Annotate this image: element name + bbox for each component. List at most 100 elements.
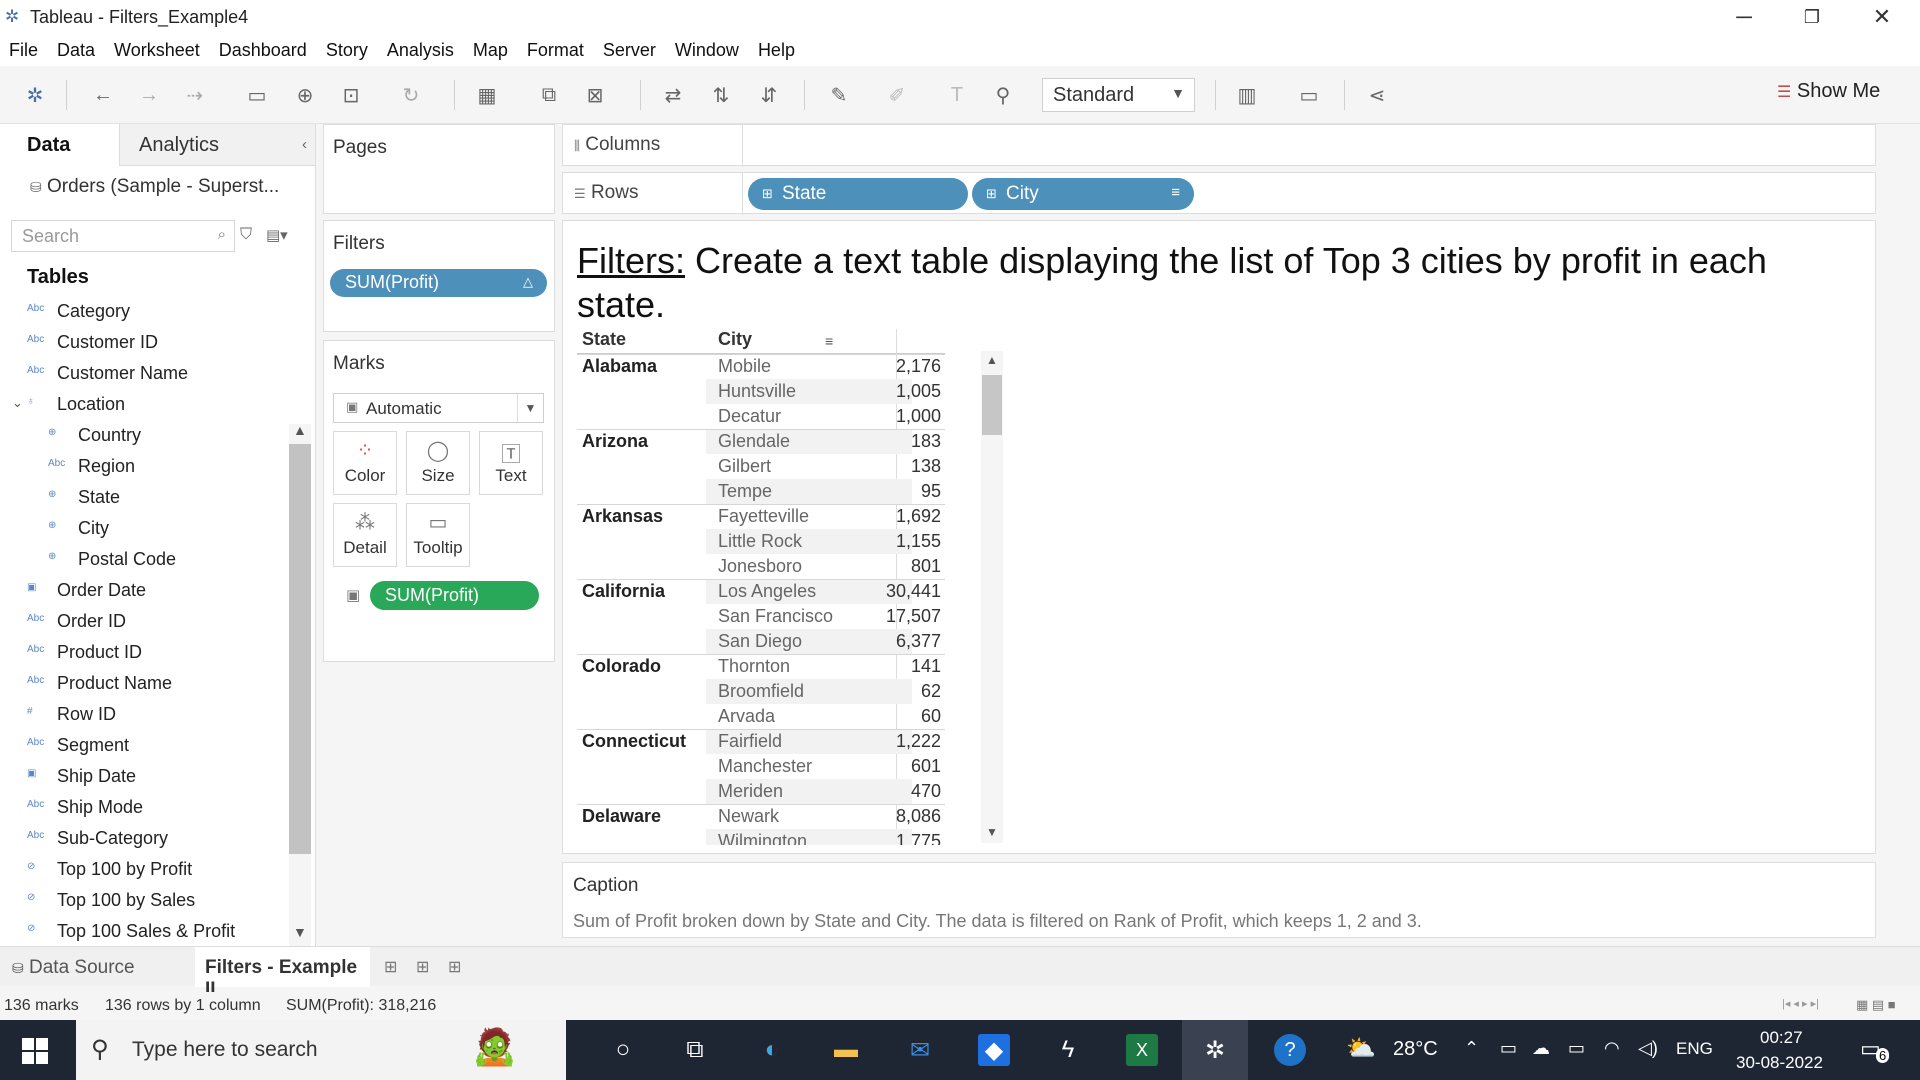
scroll-down-icon[interactable]: ▼ xyxy=(293,924,307,940)
view-mode-icons[interactable]: ▦ ▤ ■ xyxy=(1856,997,1896,1013)
cell-state[interactable]: Connecticut xyxy=(582,731,686,752)
cell-value[interactable]: 62 xyxy=(921,681,941,702)
cell-city[interactable]: Little Rock xyxy=(718,531,802,552)
field-item[interactable]: Abc Order ID xyxy=(0,606,290,637)
cell-value[interactable]: 138 xyxy=(911,456,941,477)
volume-icon[interactable]: ◁) xyxy=(1638,1038,1658,1059)
task-view-icon[interactable]: ⧉ xyxy=(679,1034,711,1066)
mark-pill-sum-profit[interactable]: SUM(Profit) xyxy=(370,581,539,610)
menu-file[interactable]: File xyxy=(9,40,38,61)
table-row[interactable]: California Los Angeles 30,441 xyxy=(577,579,945,604)
clock-time[interactable]: 00:27 xyxy=(1760,1028,1803,1048)
sheet-nav-icons[interactable]: |◂ ◂ ▸ ▸| xyxy=(1782,997,1819,1010)
redo-icon[interactable]: → xyxy=(134,80,164,110)
data-source-tab[interactable]: ⛁ Data Source xyxy=(12,957,135,979)
mark-type-dropdown[interactable]: ▣ Automatic ▼ xyxy=(333,393,544,423)
sheet-tab-active[interactable]: Filters - Example II xyxy=(195,947,370,1000)
row-pill-state[interactable]: ⊞ State xyxy=(748,178,968,210)
menu-server[interactable]: Server xyxy=(603,40,656,61)
cell-state[interactable]: Alabama xyxy=(582,356,657,377)
new-worksheet-icon[interactable]: ▦ xyxy=(472,80,502,110)
field-item[interactable]: Abc Ship Mode xyxy=(0,792,290,823)
menu-story[interactable]: Story xyxy=(326,40,368,61)
show-me-button[interactable]: ☰ Show Me xyxy=(1777,80,1880,103)
table-row[interactable]: Tempe 95 xyxy=(577,479,945,504)
field-item[interactable]: ⊕ Country xyxy=(0,420,290,451)
cell-city[interactable]: Thornton xyxy=(718,656,790,677)
share-icon[interactable]: ⋖ xyxy=(1362,80,1392,110)
new-worksheet-icon[interactable]: ⊞ xyxy=(384,957,397,977)
field-item[interactable]: ⊘ Top 100 by Sales xyxy=(0,885,290,916)
cell-city[interactable]: San Diego xyxy=(718,631,802,652)
duplicate-sheet-icon[interactable]: ⧉ xyxy=(534,80,564,110)
close-button[interactable]: ✕ xyxy=(1852,0,1912,34)
field-item[interactable]: ⊘ Top 100 Sales & Profit xyxy=(0,916,290,946)
field-item[interactable]: ♁ Location ⌄ xyxy=(0,389,290,420)
scroll-up-icon[interactable]: ▲ xyxy=(986,353,998,367)
cell-state[interactable]: Delaware xyxy=(582,806,661,827)
cell-city[interactable]: Tempe xyxy=(718,481,772,502)
replay-icon[interactable]: ⇢ xyxy=(180,80,210,110)
cell-city[interactable]: Broomfield xyxy=(718,681,804,702)
tooltip-button[interactable]: ▭ Tooltip xyxy=(406,503,470,567)
cell-value[interactable]: 8,086 xyxy=(896,806,941,827)
swap-rows-columns-icon[interactable]: ⇄ xyxy=(658,80,688,110)
meet-icon[interactable]: ▭ xyxy=(1500,1038,1517,1059)
taskbar-search-input[interactable]: ⚲ Type here to search 🧟 xyxy=(76,1020,566,1080)
cell-value[interactable]: 470 xyxy=(911,781,941,802)
table-row[interactable]: Alabama Mobile 2,176 xyxy=(577,354,945,379)
field-item[interactable]: ⊘ Top 100 by Profit xyxy=(0,854,290,885)
header-city[interactable]: City xyxy=(718,329,752,350)
clear-sheet-icon[interactable]: ⊠ xyxy=(580,80,610,110)
restore-button[interactable]: ❐ xyxy=(1782,0,1842,34)
chevron-down-icon[interactable]: ⌄ xyxy=(12,395,23,411)
menu-help[interactable]: Help xyxy=(758,40,795,61)
menu-map[interactable]: Map xyxy=(473,40,508,61)
temperature[interactable]: 28°C xyxy=(1393,1038,1438,1061)
cell-value[interactable]: 30,441 xyxy=(886,581,941,602)
table-row[interactable]: Connecticut Fairfield 1,222 xyxy=(577,729,945,754)
undo-icon[interactable]: ← xyxy=(88,80,118,110)
cell-city[interactable]: Wilmington xyxy=(718,831,807,845)
field-item[interactable]: ▣ Order Date xyxy=(0,575,290,606)
table-row[interactable]: San Francisco 17,507 xyxy=(577,604,945,629)
field-item[interactable]: Abc Product Name xyxy=(0,668,290,699)
cell-city[interactable]: Arvada xyxy=(718,706,775,727)
search-input[interactable]: Search ⌕ xyxy=(11,220,235,252)
pages-card[interactable]: Pages xyxy=(323,124,555,214)
fit-mode-dropdown[interactable]: Standard ▼ xyxy=(1042,78,1195,112)
cell-state[interactable]: Colorado xyxy=(582,656,661,677)
field-item[interactable]: ⊕ State xyxy=(0,482,290,513)
view-scrollbar[interactable]: ▲ ▼ xyxy=(981,351,1003,843)
tab-data[interactable]: Data xyxy=(0,124,119,166)
cell-value[interactable]: 1,000 xyxy=(896,406,941,427)
row-pill-city[interactable]: ⊞ City ≡ xyxy=(972,178,1194,210)
onedrive-icon[interactable]: ☁ xyxy=(1532,1038,1550,1059)
clock-date[interactable]: 30-08-2022 xyxy=(1736,1053,1823,1073)
cell-city[interactable]: Newark xyxy=(718,806,779,827)
table-row[interactable]: Jonesboro 801 xyxy=(577,554,945,579)
cell-state[interactable]: Arkansas xyxy=(582,506,663,527)
cell-city[interactable]: Los Angeles xyxy=(718,581,816,602)
table-row[interactable]: Arvada 60 xyxy=(577,704,945,729)
menu-worksheet[interactable]: Worksheet xyxy=(114,40,200,61)
columns-shelf[interactable]: ⫼ Columns xyxy=(562,124,1876,167)
table-row[interactable]: Wilmington 1,775 xyxy=(577,829,945,845)
highlight-icon[interactable]: ✎ xyxy=(824,80,854,110)
cell-value[interactable]: 95 xyxy=(921,481,941,502)
group-members-icon[interactable]: ✐ xyxy=(882,80,912,110)
show-cards-icon[interactable]: ▥ xyxy=(1232,80,1262,110)
cell-value[interactable]: 60 xyxy=(921,706,941,727)
sort-descending-icon[interactable]: ⇵ xyxy=(754,80,784,110)
dropbox-icon[interactable]: ◆ xyxy=(978,1034,1010,1066)
header-state[interactable]: State xyxy=(582,329,626,350)
edge-icon[interactable]: ◐ xyxy=(756,1034,788,1066)
field-item[interactable]: ▣ Ship Date xyxy=(0,761,290,792)
cell-city[interactable]: Fayetteville xyxy=(718,506,809,527)
field-item[interactable]: Abc Customer Name xyxy=(0,358,290,389)
language-indicator[interactable]: ENG xyxy=(1676,1039,1713,1059)
menu-data[interactable]: Data xyxy=(57,40,95,61)
size-button[interactable]: ◯ Size xyxy=(406,431,470,495)
scrollbar-thumb[interactable] xyxy=(982,375,1002,435)
rows-shelf[interactable]: ☰ Rows ⊞ State ⊞ City ≡ xyxy=(562,172,1876,215)
